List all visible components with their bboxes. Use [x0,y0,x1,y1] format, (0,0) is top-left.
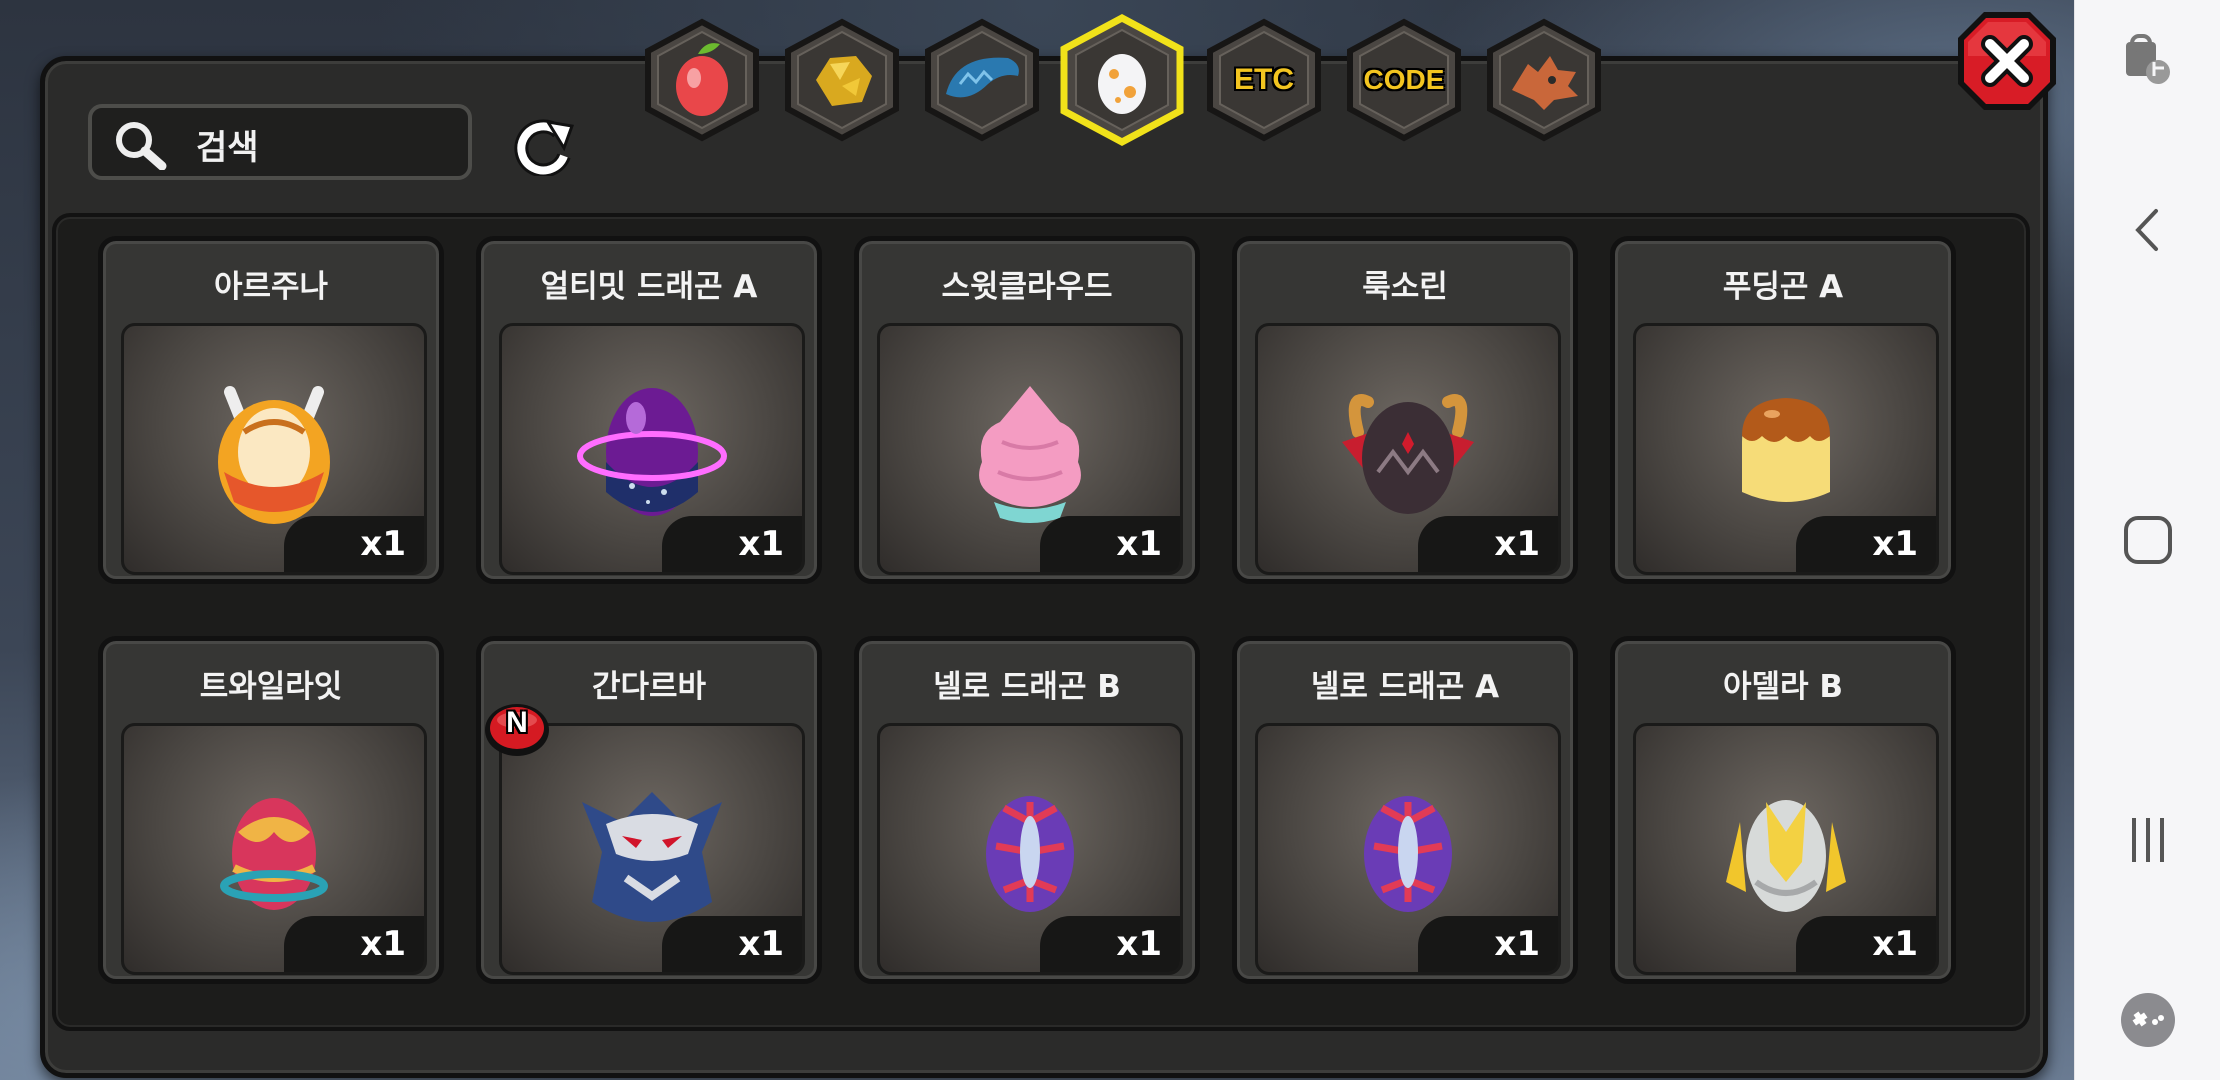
item-slot: x1 [499,323,805,575]
gandharva-egg-icon [582,792,722,922]
item-name: 스윗클라우드 [941,269,1113,305]
system-navigation-bar [2074,0,2220,1080]
new-badge-label: N [506,706,528,739]
item-card[interactable]: 간다르바 x1 [476,636,822,984]
item-name: 아델라 B [1723,669,1843,705]
ultimate-dragon-egg-icon [577,388,727,516]
item-slot: x1 [121,323,427,575]
close-button[interactable] [1952,6,2062,116]
screen-lock-icon[interactable] [2075,20,2220,100]
item-slot: x1 [1633,723,1939,975]
item-quantity: x1 [1418,516,1558,572]
item-name: 넬로 드래곤 A [1310,669,1500,705]
item-name: 룩소린 [1362,269,1448,305]
item-quantity: x1 [1796,916,1936,972]
item-name: 트와일라잇 [199,669,343,705]
adella-egg-icon [1726,800,1846,912]
luxorin-egg-icon [1342,394,1474,514]
pudding-egg-icon [1742,398,1830,502]
item-quantity: x1 [284,516,424,572]
item-quantity: x1 [1418,916,1558,972]
item-card[interactable]: 아르주나 x1 [98,236,444,584]
twilight-egg-icon [220,798,328,910]
item-slot: x1 [1255,323,1561,575]
tab-etc[interactable]: ETC [1202,18,1326,142]
game-tools-icon[interactable] [2075,980,2220,1060]
arjuna-egg-icon [218,386,330,524]
item-slot: x1 [877,723,1183,975]
item-name: 얼티밋 드래곤 A [540,269,758,305]
home-icon[interactable] [2075,500,2220,580]
tab-code-label: CODE [1363,64,1445,95]
item-card[interactable]: 아델라 B x1 [1610,636,1956,984]
item-card[interactable]: 푸딩곤 A x1 [1610,236,1956,584]
item-quantity: x1 [1040,916,1180,972]
item-slot: x1 [1255,723,1561,975]
new-badge: N [482,700,552,764]
tab-dragon[interactable] [1482,18,1606,142]
item-card[interactable]: 얼티밋 드래곤 A x1 [476,236,822,584]
item-quantity: x1 [1040,516,1180,572]
item-quantity: x1 [1796,516,1936,572]
item-slot: x1 [1633,323,1939,575]
item-card[interactable]: 트와일라잇 x1 [98,636,444,984]
tab-etc-label: ETC [1234,63,1294,96]
sweetcloud-egg-icon [979,386,1081,523]
recent-apps-icon[interactable] [2075,800,2220,880]
tab-dragon-scale[interactable] [920,18,1044,142]
search-input[interactable]: 검색 [88,104,472,180]
item-card[interactable]: 넬로 드래곤 B x1 [854,636,1200,984]
item-card[interactable]: 넬로 드래곤 A x1 [1232,636,1578,984]
search-placeholder: 검색 [196,128,259,168]
item-name: 아르주나 [213,269,329,305]
nello-dragon-egg-icon [986,796,1074,912]
refresh-button[interactable] [508,116,578,180]
item-name: 넬로 드래곤 B [933,669,1121,705]
tab-fruit[interactable] [640,18,764,142]
item-quantity: x1 [662,916,802,972]
item-card[interactable]: 룩소린 x1 [1232,236,1578,584]
item-card[interactable]: 스윗클라우드 x1 [854,236,1200,584]
item-quantity: x1 [284,916,424,972]
tab-egg[interactable] [1056,14,1188,146]
tab-code[interactable]: CODE [1342,18,1466,142]
tab-gold[interactable] [780,18,904,142]
back-icon[interactable] [2075,190,2220,270]
nello-dragon-egg-icon [1364,796,1452,912]
search-icon [112,118,168,174]
item-slot: x1 [121,723,427,975]
item-quantity: x1 [662,516,802,572]
item-slot: x1 [877,323,1183,575]
item-name: 푸딩곤 A [1722,269,1844,305]
